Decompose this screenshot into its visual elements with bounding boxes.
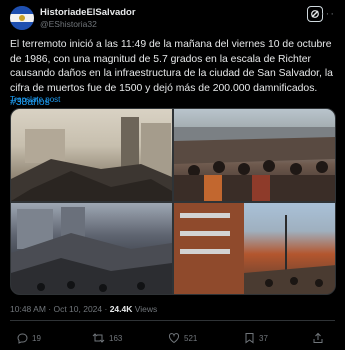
- photo-damaged-street[interactable]: [174, 203, 335, 294]
- share-button[interactable]: [312, 331, 324, 345]
- photo-crowd-rubble[interactable]: [174, 109, 335, 201]
- author-name[interactable]: HistoriadeElSalvador: [40, 7, 136, 18]
- photo-debris-pile[interactable]: [11, 203, 172, 294]
- repost-icon: [92, 333, 105, 343]
- avatar[interactable]: [10, 6, 34, 30]
- view-count: 24.4K: [109, 304, 133, 314]
- like-count: 521: [184, 333, 198, 343]
- action-bar: 19 163 521 37: [10, 331, 335, 345]
- like-icon: [168, 333, 180, 344]
- bookmark-count: 37: [259, 333, 268, 343]
- more-icon[interactable]: ···: [321, 8, 335, 20]
- author-handle[interactable]: @EShistoria32: [40, 19, 97, 29]
- reply-button[interactable]: 19: [16, 331, 41, 345]
- views-label: Views: [132, 304, 158, 314]
- bookmark-icon: [245, 333, 254, 344]
- media-grid: [10, 108, 336, 295]
- bookmark-button[interactable]: 37: [244, 331, 268, 345]
- translate-post-link[interactable]: Translate post: [10, 95, 60, 104]
- post-meta: 10:48 AM · Oct 10, 2024 · 24.4K Views: [10, 304, 157, 314]
- post-body: El terremoto inició a las 11:49 de la ma…: [10, 39, 333, 94]
- divider: [10, 320, 335, 321]
- like-button[interactable]: 521: [168, 331, 197, 345]
- reply-icon: [17, 333, 28, 344]
- share-icon: [313, 332, 323, 343]
- post-timestamp[interactable]: 10:48 AM · Oct 10, 2024 ·: [10, 304, 110, 314]
- repost-button[interactable]: 163: [92, 331, 122, 345]
- repost-count: 163: [109, 333, 123, 343]
- reply-count: 19: [32, 333, 41, 343]
- photo-collapsed-building[interactable]: [11, 109, 172, 201]
- post-header: HistoriadeElSalvador @EShistoria32 ···: [10, 6, 335, 32]
